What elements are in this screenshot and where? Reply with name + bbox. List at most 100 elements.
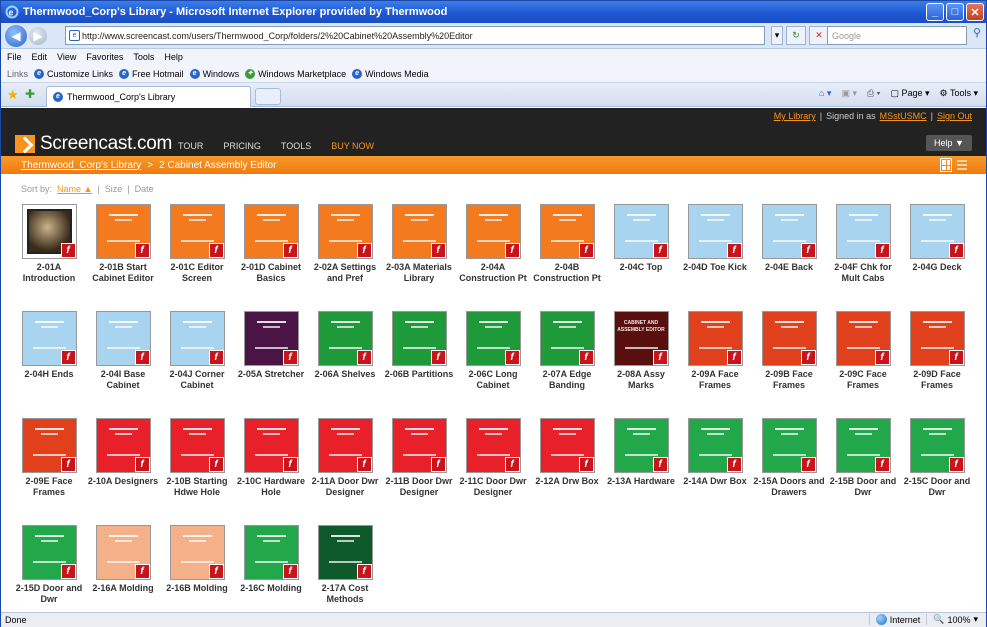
media-item[interactable]: f 2-07A Edge Banding [531, 311, 603, 391]
video-thumbnail[interactable]: f [539, 204, 595, 259]
site-logo[interactable]: Screencast.com [15, 133, 172, 155]
item-caption[interactable]: 2-04C Top [605, 262, 677, 273]
item-caption[interactable]: 2-06A Shelves [309, 369, 381, 380]
media-item[interactable]: f 2-06B Partitions [383, 311, 455, 380]
video-thumbnail[interactable]: f [539, 418, 595, 473]
item-caption[interactable]: 2-04F Chk for Mult Cabs [827, 262, 899, 284]
video-thumbnail[interactable]: f [613, 418, 669, 473]
video-thumbnail[interactable]: f [539, 311, 595, 366]
media-item[interactable]: f 2-03A Materials Library [383, 204, 455, 284]
item-caption[interactable]: 2-15A Doors and Drawers [753, 476, 825, 498]
link-windows-media[interactable]: e Windows Media [352, 68, 429, 79]
video-thumbnail[interactable]: f [243, 418, 299, 473]
media-item[interactable]: f 2-04G Deck [901, 204, 973, 273]
video-thumbnail[interactable]: f [909, 311, 965, 366]
video-thumbnail[interactable]: f [169, 311, 225, 366]
nav-tour[interactable]: TOUR [178, 141, 203, 151]
video-thumbnail[interactable]: f [169, 525, 225, 580]
username-link[interactable]: MSstUSMC [880, 111, 927, 121]
video-thumbnail[interactable]: f [835, 311, 891, 366]
video-thumbnail[interactable]: f [317, 418, 373, 473]
item-caption[interactable]: 2-10B Starting Hdwe Hole [161, 476, 233, 498]
video-thumbnail[interactable]: f [317, 525, 373, 580]
video-thumbnail[interactable]: f [391, 311, 447, 366]
item-caption[interactable]: 2-01B Start Cabinet Editor [87, 262, 159, 284]
video-thumbnail[interactable]: f [909, 418, 965, 473]
item-caption[interactable]: 2-14A Dwr Box [679, 476, 751, 487]
home-icon[interactable]: ⌂ ▾ [819, 88, 831, 99]
link-customize[interactable]: e Customize Links [34, 68, 113, 79]
video-thumbnail[interactable]: f [465, 204, 521, 259]
media-item[interactable]: f 2-12A Drw Box [531, 418, 603, 487]
video-thumbnail[interactable]: f [21, 311, 77, 366]
nav-pricing[interactable]: PRICING [223, 141, 261, 151]
video-thumbnail[interactable]: f [95, 525, 151, 580]
minimize-button[interactable]: _ [926, 3, 944, 21]
help-button[interactable]: Help ▼ [926, 135, 972, 151]
add-favorites-icon[interactable]: ✚ [25, 87, 35, 101]
maximize-button[interactable]: □ [946, 3, 964, 21]
item-caption[interactable]: 2-15C Door and Dwr [901, 476, 973, 498]
breadcrumb-root[interactable]: Thermwood_Corp's Library [21, 160, 141, 171]
item-caption[interactable]: 2-08A Assy Marks [605, 369, 677, 391]
item-caption[interactable]: 2-04B Construction Pt [531, 262, 603, 284]
video-thumbnail[interactable]: f [391, 204, 447, 259]
media-item[interactable]: f 2-15A Doors and Drawers [753, 418, 825, 498]
media-item[interactable]: f 2-09C Face Frames [827, 311, 899, 391]
media-item[interactable]: f 2-15C Door and Dwr [901, 418, 973, 498]
my-library-link[interactable]: My Library [774, 111, 816, 121]
menu-tools[interactable]: Tools [133, 52, 154, 62]
video-thumbnail[interactable]: f [465, 311, 521, 366]
video-thumbnail[interactable]: f [761, 418, 817, 473]
feeds-icon[interactable]: ▣ ▾ [841, 88, 857, 99]
video-thumbnail[interactable]: f [243, 525, 299, 580]
link-windows[interactable]: e Windows [189, 68, 239, 79]
media-item[interactable]: f 2-17A Cost Methods [309, 525, 381, 605]
item-caption[interactable]: 2-17A Cost Methods [309, 583, 381, 605]
media-item[interactable]: f 2-04E Back [753, 204, 825, 273]
menu-favorites[interactable]: Favorites [86, 52, 123, 62]
back-button[interactable]: ◀ [5, 24, 27, 47]
video-thumbnail[interactable]: f [761, 204, 817, 259]
item-caption[interactable]: 2-15B Door and Dwr [827, 476, 899, 498]
video-thumbnail[interactable]: f [21, 525, 77, 580]
media-item[interactable]: f 2-04B Construction Pt [531, 204, 603, 284]
print-icon[interactable]: ⎙ ▾ [867, 88, 880, 99]
address-field[interactable]: e http://www.screencast.com/users/Thermw… [65, 26, 765, 45]
sort-date[interactable]: Date [135, 184, 154, 194]
item-caption[interactable]: 2-09C Face Frames [827, 369, 899, 391]
video-thumbnail[interactable]: f [909, 204, 965, 259]
item-caption[interactable]: 2-15D Door and Dwr [13, 583, 85, 605]
video-thumbnail[interactable]: f [21, 204, 77, 259]
zoom-control[interactable]: 🔍 100% ▾ [926, 614, 978, 625]
media-item[interactable]: f 2-01A Introduction [13, 204, 85, 284]
media-item[interactable]: f 2-04D Toe Kick [679, 204, 751, 273]
item-caption[interactable]: 2-04D Toe Kick [679, 262, 751, 273]
item-caption[interactable]: 2-09E Face Frames [13, 476, 85, 498]
link-hotmail[interactable]: e Free Hotmail [119, 68, 184, 79]
video-thumbnail[interactable]: f [835, 418, 891, 473]
video-thumbnail[interactable]: f [243, 204, 299, 259]
media-item[interactable]: f 2-09B Face Frames [753, 311, 825, 391]
item-caption[interactable]: 2-12A Drw Box [531, 476, 603, 487]
video-thumbnail[interactable]: f [95, 204, 151, 259]
media-item[interactable]: CABINET AND ASSEMBLY EDITOR f 2-08A Assy M… [605, 311, 677, 391]
search-icon[interactable]: ⚲ [969, 26, 985, 45]
video-thumbnail[interactable]: f [243, 311, 299, 366]
address-dropdown-button[interactable]: ▾ [771, 26, 783, 45]
media-item[interactable]: f 2-11C Door Dwr Designer [457, 418, 529, 498]
close-button[interactable]: ✕ [966, 3, 984, 21]
media-item[interactable]: f 2-04H Ends [13, 311, 85, 380]
item-caption[interactable]: 2-04E Back [753, 262, 825, 273]
video-thumbnail[interactable]: f [391, 418, 447, 473]
security-zone[interactable]: Internet [868, 614, 920, 625]
item-caption[interactable]: 2-09A Face Frames [679, 369, 751, 391]
media-item[interactable]: f 2-09A Face Frames [679, 311, 751, 391]
video-thumbnail[interactable]: f [21, 418, 77, 473]
media-item[interactable]: f 2-02A Settings and Pref [309, 204, 381, 284]
item-caption[interactable]: 2-11A Door Dwr Designer [309, 476, 381, 498]
media-item[interactable]: f 2-10A Designers [87, 418, 159, 487]
media-item[interactable]: f 2-04C Top [605, 204, 677, 273]
item-caption[interactable]: 2-10A Designers [87, 476, 159, 487]
item-caption[interactable]: 2-16A Molding [87, 583, 159, 594]
